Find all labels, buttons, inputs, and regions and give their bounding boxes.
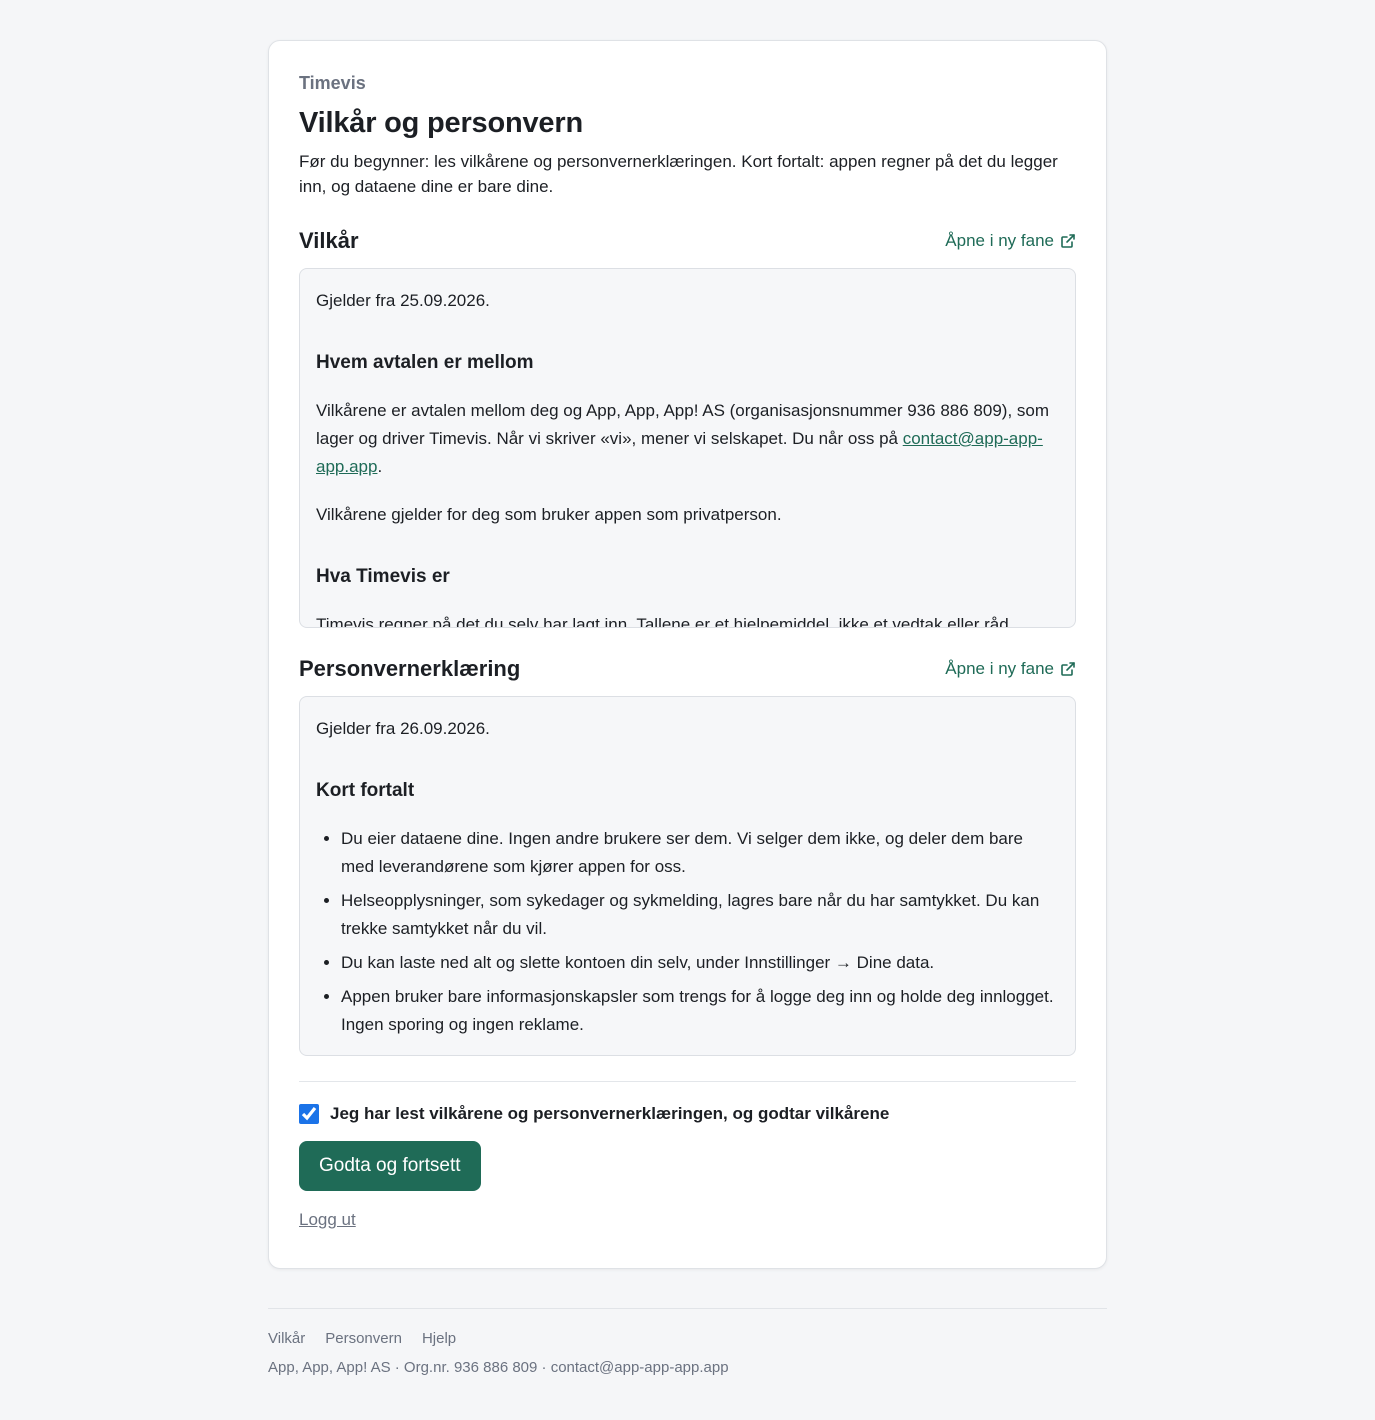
page-title: Vilkår og personvern <box>299 107 583 139</box>
privacy-section-header: Personvernerklæring Åpne i ny fane <box>299 654 1076 684</box>
intro-text: Før du begynner: les vilkårene og person… <box>299 152 1058 196</box>
list-item: Du eier dataene dine. Ingen andre bruker… <box>341 825 1059 881</box>
accept-continue-button[interactable]: Godta og fortsett <box>299 1141 481 1191</box>
external-link-icon <box>1061 662 1075 676</box>
external-link-icon <box>1061 234 1075 248</box>
privacy-open-link-label: Åpne i ny fane <box>945 659 1054 678</box>
privacy-scroll-box[interactable]: Gjelder fra 26.09.2026. Kort fortalt Du … <box>299 696 1076 1056</box>
terms-paragraph: Timevis regner på det du selv har lagt i… <box>316 615 1009 628</box>
terms-card: Timevis Vilkår og personvern Før du begy… <box>268 40 1107 1269</box>
terms-open-link-label: Åpne i ny fane <box>945 231 1054 250</box>
terms-scroll-box[interactable]: Gjelder fra 25.09.2026. Hvem avtalen er … <box>299 268 1076 628</box>
terms-paragraph: Vilkårene er avtalen mellom deg og App, … <box>316 397 1059 481</box>
privacy-effective-date: Gjelder fra 26.09.2026. <box>316 719 490 738</box>
list-item: Helseopplysninger, som sykedager og sykm… <box>341 887 1059 943</box>
consent-row[interactable]: Jeg har lest vilkårene og personvernerkl… <box>299 1104 1076 1124</box>
consent-checkbox[interactable] <box>299 1104 319 1124</box>
terms-section-header: Vilkår Åpne i ny fane <box>299 226 1076 256</box>
terms-section-heading: Hvem avtalen er mellom <box>316 352 534 373</box>
privacy-summary-list: Du eier dataene dine. Ingen andre bruker… <box>316 825 1059 1039</box>
logout-link[interactable]: Logg ut <box>299 1210 356 1230</box>
terms-effective-date: Gjelder fra 25.09.2026. <box>316 291 490 310</box>
privacy-heading: Personvernerklæring <box>299 656 521 681</box>
footer-link-help[interactable]: Hjelp <box>422 1330 456 1347</box>
terms-paragraph: Vilkårene gjelder for deg som bruker app… <box>316 505 782 524</box>
terms-paragraph-end: . <box>377 457 383 476</box>
terms-open-new-tab-link[interactable]: Åpne i ny fane <box>945 231 1076 251</box>
list-item: Du kan laste ned alt og slette kontoen d… <box>341 949 1059 977</box>
privacy-open-new-tab-link[interactable]: Åpne i ny fane <box>945 659 1076 679</box>
privacy-summary-heading: Kort fortalt <box>316 780 415 801</box>
terms-heading: Vilkår <box>299 228 359 253</box>
consent-label: Jeg har lest vilkårene og personvernerkl… <box>330 1104 890 1123</box>
footer-links: Vilkår Personvern Hjelp <box>268 1330 1107 1347</box>
footer-company-info: App, App, App! AS · Org.nr. 936 886 809 … <box>268 1359 729 1376</box>
footer: Vilkår Personvern Hjelp App, App, App! A… <box>268 1308 1107 1376</box>
list-item: Appen bruker bare informasjonskapsler so… <box>341 983 1059 1039</box>
brand-name: Timevis <box>299 73 366 93</box>
divider <box>299 1081 1076 1082</box>
footer-link-privacy[interactable]: Personvern <box>325 1330 402 1347</box>
footer-link-terms[interactable]: Vilkår <box>268 1330 305 1347</box>
terms-section-heading: Hva Timevis er <box>316 566 450 587</box>
